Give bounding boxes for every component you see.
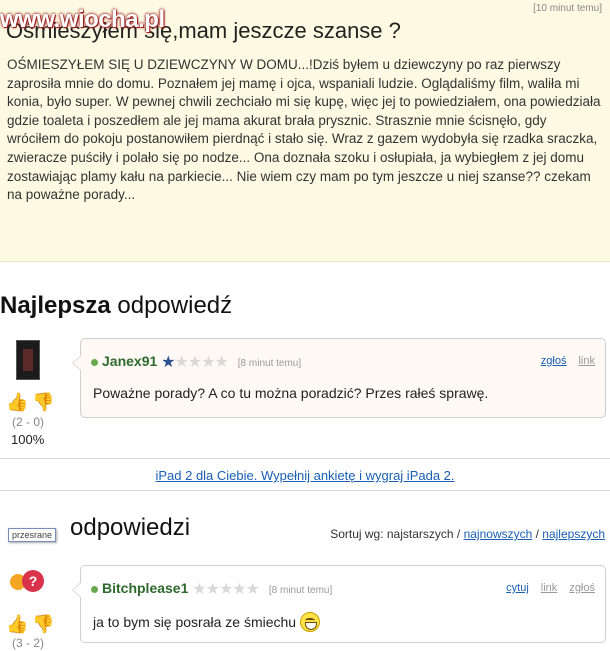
best-heading-rest: odpowiedź — [110, 292, 233, 319]
question-body: OŚMIESZYŁEM SIĘ U DZIEWCZYNY W DOMU...!D… — [7, 57, 601, 203]
sort-best-link[interactable]: najlepszych — [542, 527, 605, 541]
vote-count: (2 - 0) — [12, 415, 45, 429]
permalink[interactable]: link — [578, 355, 595, 367]
answer-time: [8 minut temu] — [237, 358, 302, 369]
sort-separator: / — [532, 527, 543, 541]
username[interactable]: Bitchplease1 — [102, 580, 188, 596]
online-dot-icon — [91, 585, 98, 593]
vote-buttons: 👍 👎 — [6, 614, 55, 635]
answer-links: zgłoś link — [529, 355, 595, 367]
best-answer-card: Janex91 ★★★★★ [8 minut temu] zgłoś link P… — [72, 338, 606, 418]
vote-percent: 100% — [11, 432, 45, 447]
ad-link[interactable]: iPad 2 dla Ciebie. Wypełnij ankietę i wy… — [0, 468, 610, 483]
watermark-logo: www.wiocha.pl — [0, 6, 165, 33]
other-heading-text: odpowiedzi — [70, 514, 191, 541]
vote-buttons: 👍 👎 — [6, 392, 55, 413]
answer-text: ja to bym się posrała ze śmiechu — [93, 612, 321, 632]
thumb-up-icon[interactable]: 👍 — [6, 392, 28, 412]
tooltip: przesrane — [8, 528, 57, 542]
report-link[interactable]: zgłoś — [569, 582, 595, 594]
answer-header: Janex91 ★★★★★ [8 minut temu] — [91, 352, 301, 372]
thumb-up-icon[interactable]: 👍 — [6, 614, 28, 634]
star-icon: ★ — [161, 354, 175, 371]
star-icon: ★★★★★ — [192, 581, 260, 598]
online-dot-icon — [91, 358, 98, 366]
answer-text: Poważne porady? A co tu można poradzić? … — [93, 385, 489, 401]
sort-label: Sortuj wg: najstarszych / — [330, 527, 464, 541]
sort-controls: Sortuj wg: najstarszych / najnowszych / … — [330, 527, 605, 541]
smiley-icon — [300, 612, 321, 632]
avatar[interactable] — [16, 340, 40, 380]
thumb-down-icon[interactable]: 👎 — [32, 392, 54, 412]
avatar[interactable]: ? — [10, 570, 44, 604]
quote-link[interactable]: cytuj — [506, 582, 529, 594]
report-link[interactable]: zgłoś — [541, 355, 567, 367]
answer-text-content: ja to bym się posrała ze śmiechu — [93, 614, 297, 630]
rating-stars: ★★★★★ — [192, 581, 260, 598]
divider — [0, 458, 610, 459]
thumb-down-icon[interactable]: 👎 — [32, 614, 54, 634]
divider — [0, 490, 610, 491]
best-heading-bold: Najlepsza — [0, 292, 111, 319]
question-time: [10 minut temu] — [533, 3, 602, 14]
username[interactable]: Janex91 — [102, 353, 157, 369]
answer-card: Bitchplease1 ★★★★★ [8 minut temu] cytuj l… — [72, 565, 606, 643]
answer-header: Bitchplease1 ★★★★★ [8 minut temu] — [91, 579, 332, 599]
best-answer-heading: Najlepsza odpowiedź — [0, 292, 232, 320]
sort-newest-link[interactable]: najnowszych — [464, 527, 533, 541]
question-panel: [10 minut temu] Ośmieszyłem się,mam jesz… — [0, 0, 610, 262]
permalink[interactable]: link — [541, 582, 558, 594]
rating-stars: ★★★★★ — [161, 354, 229, 371]
answer-links: cytuj link zgłoś — [494, 582, 595, 594]
vote-count: (3 - 2) — [12, 636, 45, 650]
question-mark-icon: ? — [22, 570, 44, 592]
answer-time: [8 minut temu] — [268, 585, 333, 596]
star-icon: ★★★★ — [174, 354, 229, 371]
